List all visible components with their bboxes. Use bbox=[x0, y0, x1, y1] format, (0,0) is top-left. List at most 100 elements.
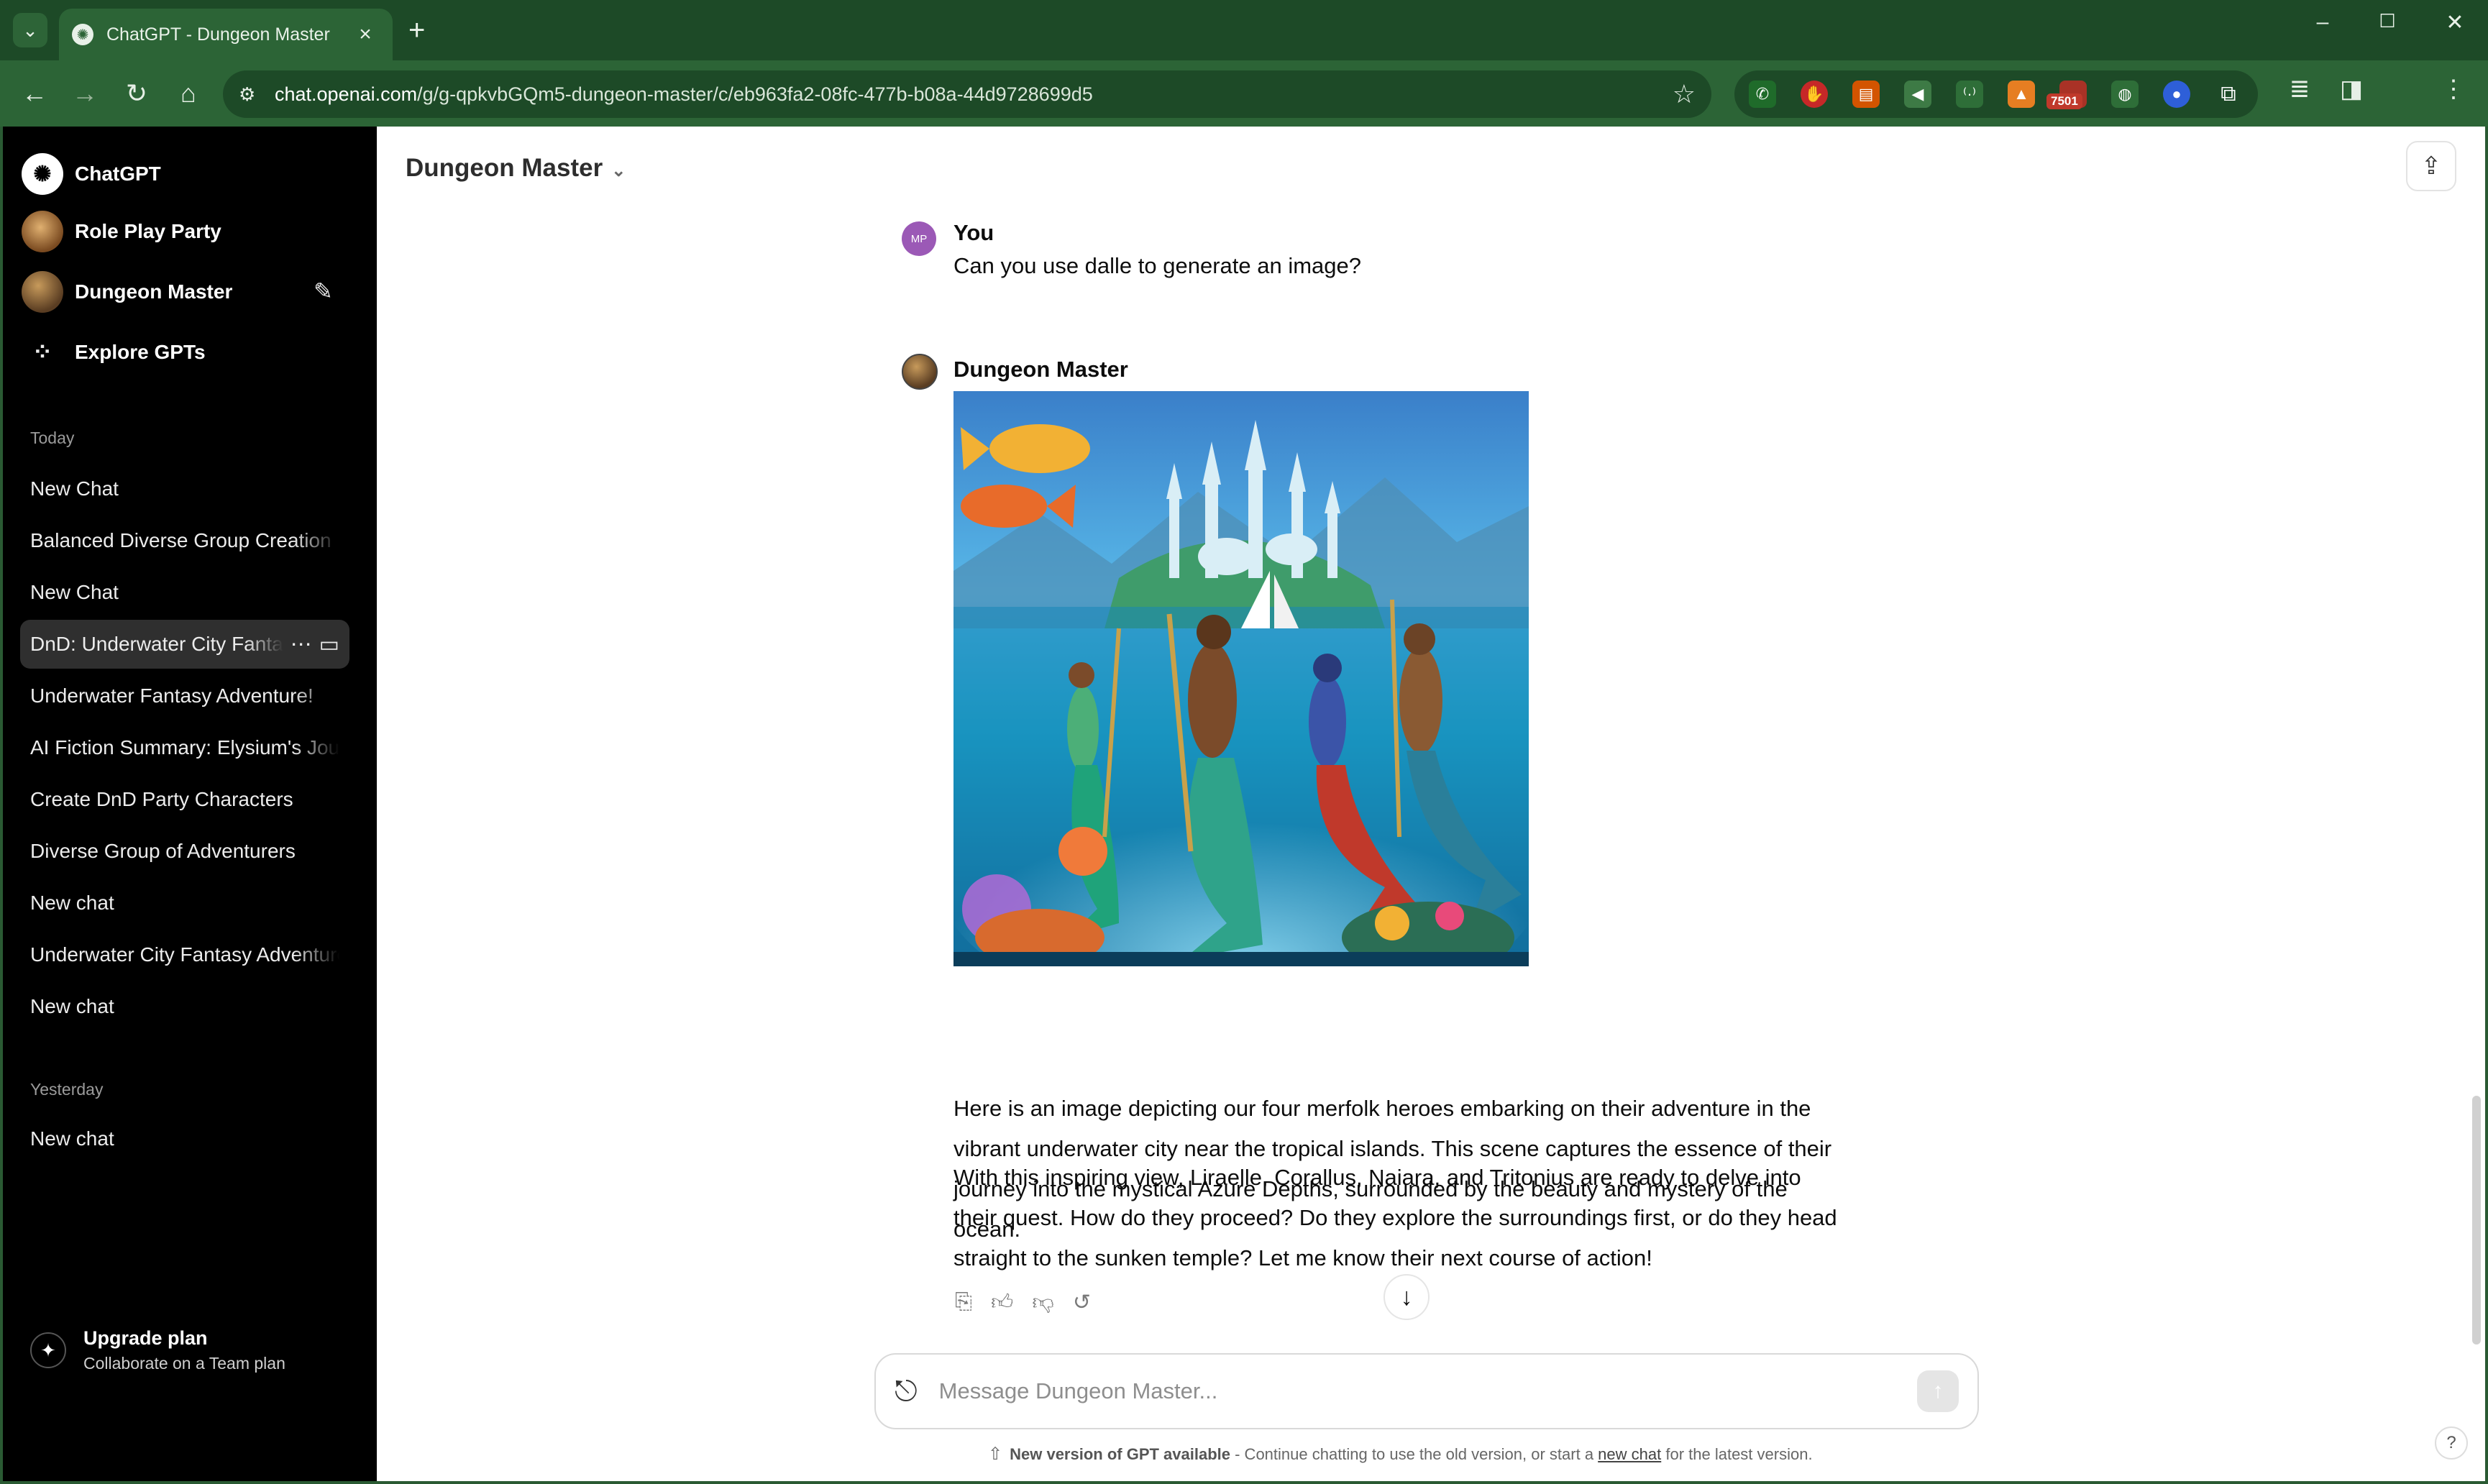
sidebar-item-chatgpt[interactable]: ✺ ChatGPT bbox=[22, 150, 161, 198]
scrollbar[interactable] bbox=[2472, 1096, 2481, 1345]
chat-item[interactable]: Create DnD Party Characters bbox=[20, 775, 349, 824]
new-chat-edit-icon[interactable]: ✎ bbox=[314, 278, 333, 305]
arrow-up-icon: ↑ bbox=[1932, 1379, 1944, 1403]
window-close-icon[interactable]: ✕ bbox=[2433, 10, 2476, 35]
site-info-icon[interactable]: ⚙ bbox=[239, 83, 275, 106]
tab-strip: ⌄ ✺ ChatGPT - Dungeon Master × + – ☐ ✕ bbox=[0, 0, 2488, 60]
chat-item[interactable]: AI Fiction Summary: Elysium's Journey bbox=[20, 723, 349, 772]
user-message: Can you use dalle to generate an image? bbox=[953, 253, 1362, 278]
send-button[interactable]: ↑ bbox=[1917, 1370, 1959, 1412]
phone-extension-icon[interactable]: ✆ bbox=[1749, 81, 1776, 108]
dungeon-master-avatar bbox=[22, 271, 63, 313]
audio-extension-icon[interactable]: ◀ bbox=[1904, 81, 1931, 108]
regenerate-icon[interactable]: ↺ bbox=[1073, 1290, 1091, 1316]
close-tab-icon[interactable]: × bbox=[351, 22, 380, 47]
copy-icon[interactable]: ⎘ bbox=[955, 1290, 972, 1316]
tab-title: ChatGPT - Dungeon Master bbox=[106, 24, 330, 45]
puzzle-extensions-icon[interactable]: ⧉ bbox=[2215, 81, 2242, 108]
fox-extension-icon[interactable]: ▲ bbox=[2008, 81, 2035, 108]
side-panel-icon[interactable]: ◨ bbox=[2333, 75, 2370, 104]
dungeon-master-avatar bbox=[902, 354, 938, 390]
openai-favicon-icon: ✺ bbox=[72, 24, 93, 45]
chat-item[interactable]: New Chat bbox=[20, 568, 349, 617]
chat-item[interactable]: Balanced Diverse Group Creation bbox=[20, 516, 349, 565]
chat-item-active[interactable]: DnD: Underwater City Fantasy ⋯ ▭ bbox=[20, 620, 349, 669]
tab-search-chevron-icon[interactable]: ⌄ bbox=[13, 13, 47, 47]
generated-image[interactable] bbox=[953, 391, 1529, 966]
arrow-down-icon: ↓ bbox=[1400, 1283, 1413, 1311]
reload-icon[interactable]: ↻ bbox=[118, 75, 155, 112]
mouse-extension-icon[interactable]: ◍ bbox=[2111, 81, 2139, 108]
extension-badge: 7501 bbox=[2046, 93, 2082, 109]
section-today: Today bbox=[30, 429, 75, 447]
home-icon[interactable]: ⌂ bbox=[170, 75, 207, 112]
sidebar-item-label: ChatGPT bbox=[75, 162, 161, 185]
chat-item[interactable]: Underwater City Fantasy Adventure bbox=[20, 930, 349, 979]
assistant-paragraph-2: With this inspiring view, Liraelle, Cora… bbox=[953, 1165, 1837, 1270]
browser-window: ⌄ ✺ ChatGPT - Dungeon Master × + – ☐ ✕ ←… bbox=[0, 0, 2488, 1484]
message-composer[interactable]: ⎋ Message Dungeon Master... ↑ bbox=[874, 1353, 1979, 1429]
user-avatar: MP bbox=[902, 221, 936, 256]
openai-logo-icon: ✺ bbox=[22, 153, 63, 195]
scroll-to-bottom-button[interactable]: ↓ bbox=[1384, 1274, 1430, 1320]
chat-item[interactable]: Underwater Fantasy Adventure! bbox=[20, 672, 349, 720]
more-options-icon[interactable]: ⋯ bbox=[291, 632, 312, 657]
notice-text-end: for the latest version. bbox=[1661, 1445, 1813, 1463]
adblock-extension-icon[interactable]: ✋ bbox=[1801, 81, 1828, 108]
notice-bold: New version of GPT available bbox=[1010, 1445, 1230, 1463]
chevron-down-icon: ⌄ bbox=[611, 161, 626, 180]
user-author-name: You bbox=[953, 220, 994, 245]
code-extension-icon[interactable]: ⁽·⁾ bbox=[1956, 81, 1983, 108]
assistant-author-name: Dungeon Master bbox=[953, 357, 1128, 382]
new-chat-link[interactable]: new chat bbox=[1598, 1445, 1661, 1463]
sidebar-item-explore-gpts[interactable]: ⁘ Explore GPTs bbox=[22, 328, 206, 377]
archive-icon[interactable]: ▭ bbox=[319, 632, 339, 657]
new-tab-icon[interactable]: + bbox=[408, 14, 425, 46]
grid-icon: ⁘ bbox=[32, 339, 53, 366]
url-text: chat.openai.com/g/g-qpkvbGQm5-dungeon-ma… bbox=[275, 83, 1093, 105]
address-bar[interactable]: ⚙ chat.openai.com/g/g-qpkvbGQm5-dungeon-… bbox=[223, 70, 1711, 118]
browser-menu-icon[interactable]: ⋮ bbox=[2435, 75, 2472, 104]
chat-item[interactable]: Diverse Group of Adventurers bbox=[20, 827, 349, 876]
chatgpt-app: ✺ ChatGPT Role Play Party Dungeon Master… bbox=[3, 127, 2485, 1481]
sidebar-item-label: Role Play Party bbox=[75, 220, 221, 242]
media-control-icon[interactable]: ≣ bbox=[2281, 75, 2318, 104]
chat-item[interactable]: New chat bbox=[20, 879, 349, 927]
upgrade-title: Upgrade plan bbox=[83, 1327, 208, 1349]
back-icon[interactable]: ← bbox=[16, 75, 53, 112]
role-play-party-avatar bbox=[22, 211, 63, 252]
screenshot-extension-icon[interactable]: ▤ bbox=[1852, 81, 1880, 108]
bookmark-star-icon[interactable]: ☆ bbox=[1673, 79, 1696, 109]
paperclip-icon[interactable]: ⎋ bbox=[895, 1375, 918, 1408]
upgrade-plan-button[interactable]: ✦ Upgrade plan Collaborate on a Team pla… bbox=[30, 1327, 285, 1373]
underwater-city-illustration bbox=[953, 391, 1529, 966]
chat-item[interactable]: New chat bbox=[20, 982, 349, 1031]
message-input[interactable]: Message Dungeon Master... bbox=[939, 1378, 1917, 1404]
sidebar: ✺ ChatGPT Role Play Party Dungeon Master… bbox=[3, 127, 377, 1481]
chat-item[interactable]: New Chat bbox=[20, 464, 349, 513]
section-yesterday: Yesterday bbox=[30, 1080, 104, 1099]
browser-toolbar: ← → ↻ ⌂ ⚙ chat.openai.com/g/g-qpkvbGQm5-… bbox=[0, 60, 2488, 127]
help-button[interactable]: ? bbox=[2435, 1426, 2468, 1460]
page-title: Dungeon Master bbox=[406, 154, 603, 182]
share-icon: ⇪ bbox=[2420, 152, 2442, 180]
notice-text: - Continue chatting to use the old versi… bbox=[1230, 1445, 1599, 1463]
chat-item[interactable]: New chat bbox=[20, 1114, 349, 1163]
sidebar-item-label: Explore GPTs bbox=[75, 341, 206, 363]
active-tab[interactable]: ✺ ChatGPT - Dungeon Master × bbox=[59, 9, 393, 60]
upload-icon: ⇧ bbox=[988, 1444, 1003, 1464]
upgrade-subtitle: Collaborate on a Team plan bbox=[83, 1354, 285, 1373]
sidebar-item-dungeon-master[interactable]: Dungeon Master bbox=[22, 267, 232, 316]
sidebar-item-role-play-party[interactable]: Role Play Party bbox=[22, 207, 221, 256]
forward-icon[interactable]: → bbox=[66, 75, 104, 112]
sparkle-icon: ✦ bbox=[30, 1332, 66, 1368]
maximize-icon[interactable]: ☐ bbox=[2366, 10, 2409, 32]
circle-extension-icon[interactable]: ● bbox=[2163, 81, 2190, 108]
chat-main: Dungeon Master ⌄ ⇪ MP You Can you use dal… bbox=[377, 127, 2485, 1481]
minimize-icon[interactable]: – bbox=[2301, 10, 2344, 35]
gpt-model-selector[interactable]: Dungeon Master ⌄ bbox=[406, 154, 626, 183]
share-button[interactable]: ⇪ bbox=[2406, 141, 2456, 191]
thumbs-up-icon[interactable]: 👍︎ bbox=[991, 1290, 1013, 1316]
extensions-area: ✆ ✋ ▤ ◀ ⁽·⁾ ▲ ▬ ◍ ● ⧉ bbox=[1734, 70, 2258, 118]
thumbs-down-icon[interactable]: 👎︎ bbox=[1032, 1290, 1053, 1316]
